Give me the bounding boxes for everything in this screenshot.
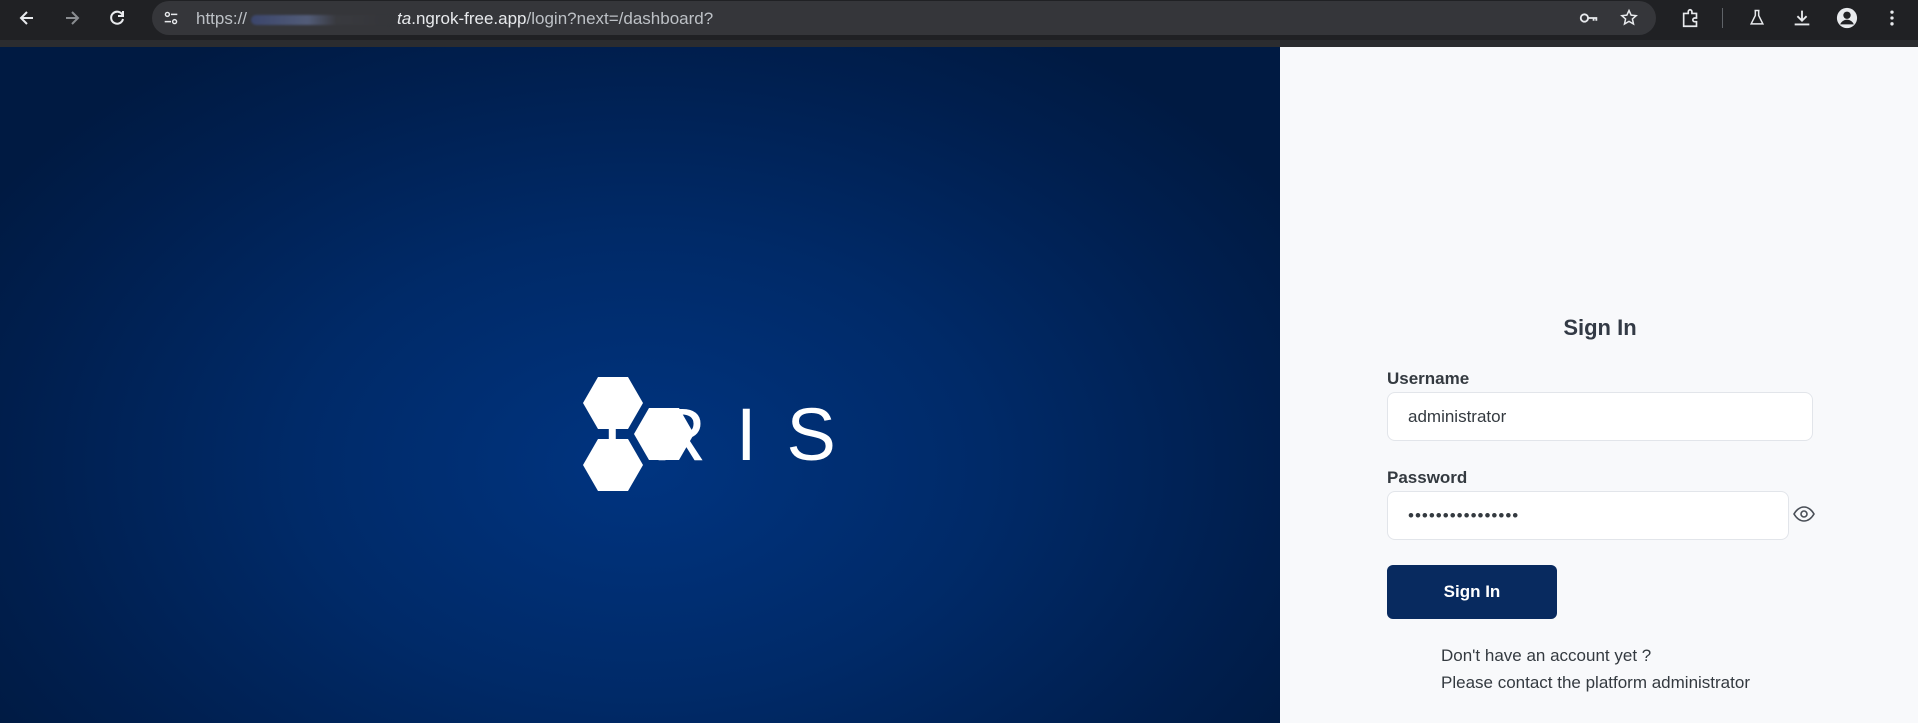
password-label: Password xyxy=(1387,468,1468,487)
toolbar-divider xyxy=(1722,8,1723,28)
back-button[interactable] xyxy=(13,4,41,32)
no-account-text: Don't have an account yet ? xyxy=(1441,646,1652,665)
url-host: .ngrok-free.app xyxy=(411,9,527,28)
forward-icon xyxy=(66,11,80,25)
url-path: /login?next=/dashboard? xyxy=(526,9,714,28)
username-label: Username xyxy=(1387,369,1470,388)
url-scheme: https:// xyxy=(196,9,248,28)
sign-in-button[interactable]: Sign In xyxy=(1387,565,1557,619)
brand-panel: IRIS xyxy=(0,47,1280,723)
key-icon[interactable] xyxy=(1578,7,1600,29)
toolbar-bottom-strip xyxy=(0,40,1918,47)
url-text[interactable]: https:// ta.ngrok-free.app/login?next=/da… xyxy=(196,9,713,29)
reload-button[interactable] xyxy=(103,4,131,32)
labs-icon[interactable] xyxy=(1744,5,1770,31)
back-icon xyxy=(19,11,33,25)
show-password-eye-icon[interactable] xyxy=(1793,505,1815,523)
address-bar[interactable]: https:// ta.ngrok-free.app/login?next=/da… xyxy=(152,1,1656,35)
profile-icon[interactable] xyxy=(1834,5,1860,31)
contact-admin-text: Please contact the platform administrato… xyxy=(1441,673,1750,692)
reload-icon xyxy=(110,10,124,25)
url-host-prefix: ta xyxy=(397,9,412,28)
password-value: •••••••••••••••• xyxy=(1408,505,1520,525)
forward-button[interactable] xyxy=(58,4,86,32)
brand-name: IRIS xyxy=(602,393,866,476)
password-field[interactable]: •••••••••••••••• xyxy=(1387,491,1789,540)
menu-icon[interactable] xyxy=(1879,5,1905,31)
login-panel xyxy=(1280,47,1918,723)
username-field[interactable]: administrator xyxy=(1387,392,1813,441)
download-icon[interactable] xyxy=(1789,5,1815,31)
extensions-icon[interactable] xyxy=(1678,5,1704,31)
redacted-host xyxy=(251,15,394,25)
username-value: administrator xyxy=(1408,406,1507,426)
login-title: Sign In xyxy=(1563,315,1637,340)
star-icon[interactable] xyxy=(1618,7,1640,29)
site-settings-icon[interactable] xyxy=(160,7,182,29)
